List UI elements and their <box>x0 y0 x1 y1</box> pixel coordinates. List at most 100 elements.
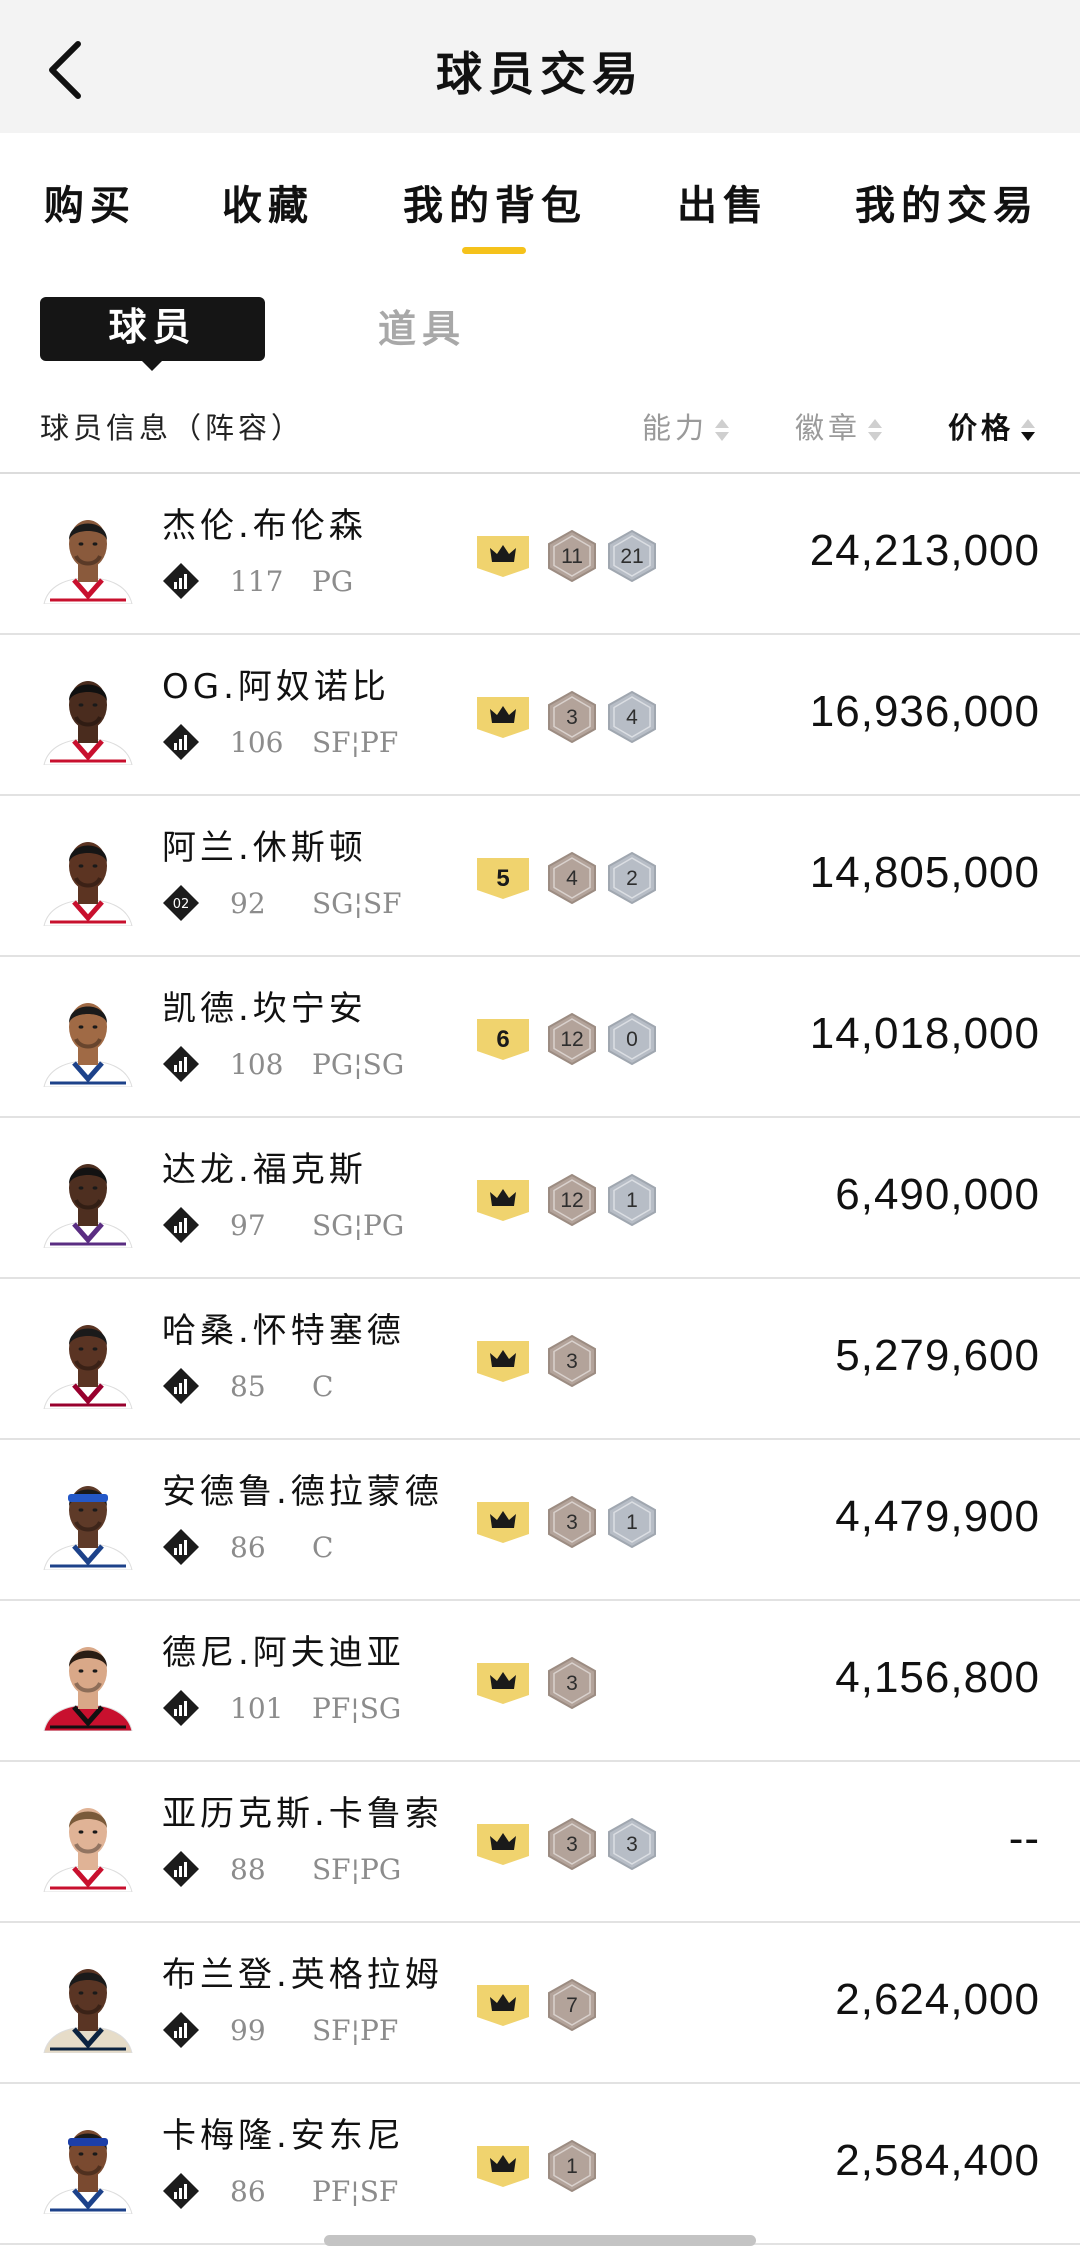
player-positions: SF¦PF <box>312 726 399 759</box>
ranking-icon <box>163 1207 199 1243</box>
player-row[interactable]: 安德鲁.德拉蒙德 86 C 3 1 4,479,900 <box>0 1440 1080 1601</box>
player-price: 4,479,900 <box>835 1492 1040 1541</box>
player-row[interactable]: 凯德.坎宁安 108 PG¦SG 6 12 0 14,018,000 <box>0 957 1080 1118</box>
player-row[interactable]: 卡梅隆.安东尼 86 PF¦SF 1 2,584,400 <box>0 2084 1080 2245</box>
badge-count-silver: 4 <box>608 691 656 743</box>
svg-text:12: 12 <box>560 1189 583 1212</box>
player-row[interactable]: OG.阿奴诺比 106 SF¦PF 3 4 16,936,000 <box>0 635 1080 796</box>
tab-sell[interactable]: 出售 <box>677 173 769 231</box>
badge-count-silver: 2 <box>608 852 656 904</box>
player-portrait <box>43 681 133 765</box>
player-list: 杰伦.布伦森 117 PG 11 21 24,213,000 OG.阿奴诺比 106 SF¦PF… <box>0 474 1080 2245</box>
player-price: 6,490,000 <box>835 1170 1040 1219</box>
player-avatar <box>40 1309 136 1409</box>
svg-text:1: 1 <box>566 2155 578 2178</box>
player-row[interactable]: 阿兰.休斯顿 02 92 SG¦SF 5 4 2 14,805,000 <box>0 796 1080 957</box>
player-name: 卡梅隆.安东尼 <box>162 2116 405 2156</box>
player-row[interactable]: 哈桑.怀特塞德 85 C 3 5,279,600 <box>0 1279 1080 1440</box>
tab-bar: 购买 收藏 我的背包 出售 我的交易 <box>0 133 1080 268</box>
crown-tier-icon <box>477 1985 529 2026</box>
player-row[interactable]: 杰伦.布伦森 117 PG 11 21 24,213,000 <box>0 474 1080 635</box>
svg-text:11: 11 <box>561 545 583 568</box>
ranking-icon <box>163 1046 199 1082</box>
svg-text:21: 21 <box>620 545 643 568</box>
player-row[interactable]: 达龙.福克斯 97 SG¦PG 12 1 6,490,000 <box>0 1118 1080 1279</box>
column-header-ability[interactable]: 能力 <box>642 405 730 447</box>
badge-count-silver: 1 <box>608 1496 656 1548</box>
ranking-icon <box>163 2173 199 2209</box>
badge-count-bronze: 3 <box>548 1335 596 1387</box>
crown-tier-icon <box>477 536 529 577</box>
player-portrait <box>43 1486 133 1570</box>
badge-count-bronze: 1 <box>548 2140 596 2192</box>
svg-text:3: 3 <box>566 1672 578 1695</box>
active-tab-indicator <box>462 247 526 254</box>
player-positions: SF¦PF <box>312 2014 399 2047</box>
badge-count-bronze: 3 <box>548 1496 596 1548</box>
player-rating: 88 <box>230 1853 266 1886</box>
ranking-icon <box>163 1529 199 1565</box>
ranking-icon <box>163 724 199 760</box>
player-name: 杰伦.布伦森 <box>162 506 367 546</box>
player-positions: C <box>312 1531 334 1564</box>
column-header-badges[interactable]: 徽章 <box>795 405 883 447</box>
player-portrait <box>43 1164 133 1248</box>
player-positions: PG <box>312 565 354 598</box>
crown-tier-icon <box>477 1502 529 1543</box>
tab-my-trades[interactable]: 我的交易 <box>855 173 1039 231</box>
page-title: 球员交易 <box>436 47 644 101</box>
svg-text:3: 3 <box>566 1833 578 1856</box>
player-positions: SG¦PG <box>312 1209 405 1242</box>
player-avatar <box>40 504 136 604</box>
column-header-ability-label: 能力 <box>642 411 709 445</box>
crown-tier-icon <box>477 1663 529 1704</box>
svg-text:4: 4 <box>626 706 638 729</box>
player-row[interactable]: 德尼.阿夫迪亚 101 PF¦SG 3 4,156,800 <box>0 1601 1080 1762</box>
badge-count-bronze: 7 <box>548 1979 596 2031</box>
svg-text:2: 2 <box>626 867 638 890</box>
player-rating: 86 <box>230 1531 266 1564</box>
segment-items[interactable]: 道具 <box>378 297 466 361</box>
player-name: 凯德.坎宁安 <box>162 989 367 1029</box>
player-avatar <box>40 2114 136 2214</box>
badge-count-bronze: 4 <box>548 852 596 904</box>
player-avatar <box>40 1631 136 1731</box>
column-header-price[interactable]: 价格 <box>948 405 1036 447</box>
player-name: OG.阿奴诺比 <box>162 667 390 707</box>
crown-tier-icon <box>477 1180 529 1221</box>
player-rating: 117 <box>230 565 284 598</box>
player-price: 5,279,600 <box>835 1331 1040 1380</box>
player-positions: SG¦SF <box>312 887 402 920</box>
crown-tier-icon <box>477 1824 529 1865</box>
badge-count-bronze: 3 <box>548 1818 596 1870</box>
svg-text:1: 1 <box>626 1189 638 1212</box>
player-row[interactable]: 布兰登.英格拉姆 99 SF¦PF 7 2,624,000 <box>0 1923 1080 2084</box>
sort-desc-icon <box>1021 419 1036 441</box>
player-rating: 108 <box>230 1048 284 1081</box>
player-avatar <box>40 1792 136 1892</box>
ranking-icon <box>163 2012 199 2048</box>
player-portrait <box>43 1969 133 2053</box>
badge-count-silver: 1 <box>608 1174 656 1226</box>
tier-badge: 6 <box>477 1019 529 1060</box>
player-positions: SF¦PG <box>312 1853 402 1886</box>
segment-players[interactable]: 球员 <box>40 297 265 361</box>
player-name: 安德鲁.德拉蒙德 <box>162 1472 443 1512</box>
player-name: 达龙.福克斯 <box>162 1150 367 1190</box>
badge-count-silver: 21 <box>608 530 656 582</box>
player-rating: 92 <box>230 887 266 920</box>
player-avatar <box>40 826 136 926</box>
tab-buy[interactable]: 购买 <box>44 173 136 231</box>
player-rating: 97 <box>230 1209 266 1242</box>
svg-text:3: 3 <box>626 1833 638 1856</box>
player-avatar <box>40 665 136 765</box>
player-row[interactable]: 亚历克斯.卡鲁索 88 SF¦PG 3 3 -- <box>0 1762 1080 1923</box>
tab-my-backpack[interactable]: 我的背包 <box>403 173 587 231</box>
player-price: 14,805,000 <box>809 848 1040 897</box>
player-name: 德尼.阿夫迪亚 <box>162 1633 405 1673</box>
player-name: 亚历克斯.卡鲁索 <box>162 1794 443 1834</box>
tab-favorites[interactable]: 收藏 <box>222 173 314 231</box>
badge-count-silver: 3 <box>608 1818 656 1870</box>
player-portrait <box>43 1325 133 1409</box>
column-header-price-label: 价格 <box>948 411 1015 445</box>
